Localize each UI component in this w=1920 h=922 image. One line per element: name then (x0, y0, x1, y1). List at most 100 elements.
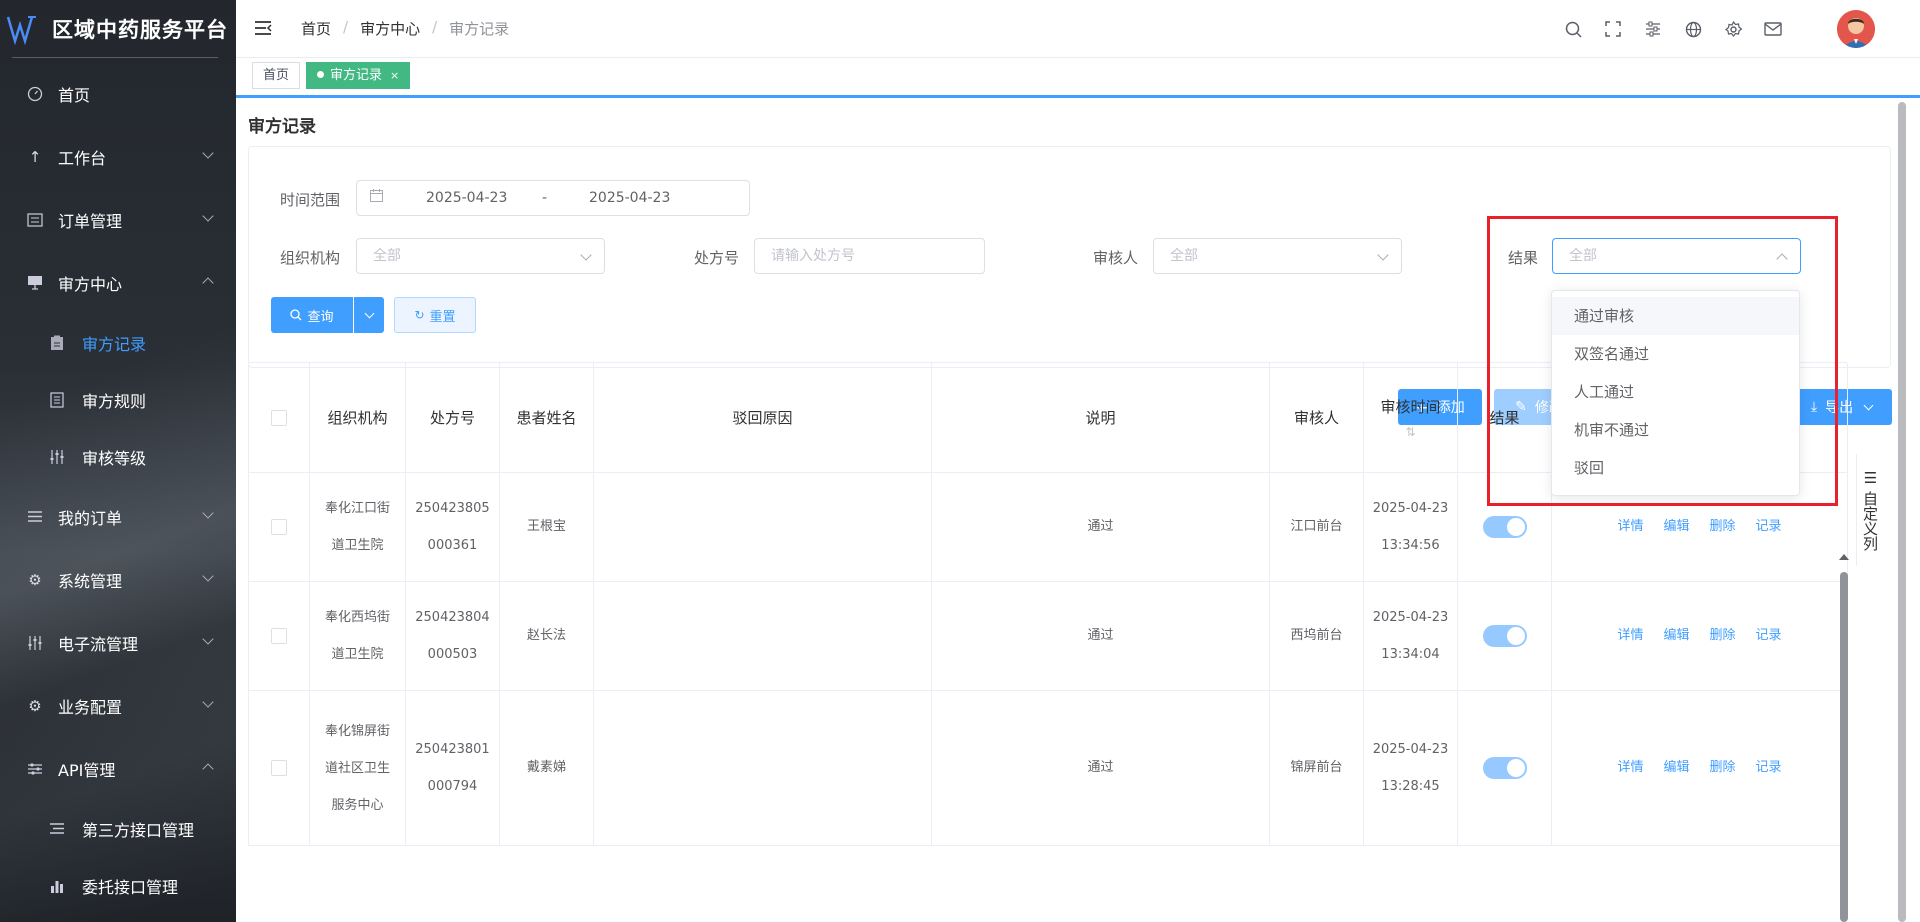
date-range-picker[interactable]: 2025-04-23 - 2025-04-23 (356, 180, 750, 216)
sidebar-item-system[interactable]: ⚙ 系统管理 (0, 548, 236, 611)
cell-review-time: 2025-04-23 13:34:56 (1364, 473, 1458, 582)
select-all-cell (248, 363, 310, 473)
breadcrumb-home[interactable]: 首页 (301, 18, 331, 39)
dropdown-option-machine-fail[interactable]: 机审不通过 (1552, 411, 1799, 449)
row-checkbox[interactable] (271, 628, 287, 644)
app-logo[interactable]: 区域中药服务平台 (0, 0, 236, 58)
delete-link[interactable]: 删除 (1710, 757, 1736, 779)
edit-link[interactable]: 编辑 (1663, 625, 1689, 647)
org-text: 道卫生院 (331, 647, 384, 662)
review-time-text: 2025-04-23 (1372, 742, 1449, 757)
date-start[interactable]: 2025-04-23 (426, 181, 507, 215)
scroll-up-arrow-icon[interactable] (1839, 554, 1849, 560)
bar-chart-icon (48, 877, 66, 895)
tag-review-records[interactable]: 审方记录 × (306, 62, 411, 89)
reviewer-select[interactable]: 全部 (1153, 238, 1402, 274)
rx-number-input[interactable]: 请输入处方号 (754, 238, 985, 274)
page-scrollbar-thumb[interactable] (1898, 102, 1906, 922)
sidebar-item-label: 审核等级 (82, 448, 147, 468)
query-dropdown-button[interactable] (354, 297, 384, 333)
mail-icon[interactable] (1753, 9, 1793, 49)
sidebar-item-delegate-api[interactable]: 委托接口管理 (0, 857, 236, 914)
sidebar-item-review-rules[interactable]: 审方规则 (0, 371, 236, 428)
cell-note: 通过 (932, 582, 1270, 691)
fullscreen-icon[interactable] (1593, 9, 1633, 49)
scrollbar-thumb[interactable] (1840, 572, 1848, 922)
result-switch[interactable] (1482, 625, 1527, 647)
sidebar-item-label: 首页 (58, 85, 91, 105)
patient-name: 王根宝 (526, 519, 566, 534)
menu-toggle-icon[interactable] (254, 20, 272, 36)
dropdown-option-rejected[interactable]: 驳回 (1552, 449, 1799, 487)
sidebar-item-orders[interactable]: 订单管理 (0, 188, 236, 251)
dropdown-option-manual-pass[interactable]: 人工通过 (1552, 373, 1799, 411)
result-switch[interactable] (1482, 516, 1527, 538)
column-header-patient: 患者姓名 (500, 363, 594, 473)
sidebar-item-review-levels[interactable]: 审核等级 (0, 428, 236, 485)
edit-link[interactable]: 编辑 (1663, 757, 1689, 779)
dropdown-option-double-sign[interactable]: 双签名通过 (1552, 335, 1799, 373)
sidebar-item-review-records[interactable]: 审方记录 (0, 314, 236, 371)
edit-link[interactable]: 编辑 (1663, 516, 1689, 538)
sidebar-item-my-orders[interactable]: 我的订单 (0, 485, 236, 548)
row-checkbox[interactable] (271, 760, 287, 776)
cell-actions: 详情 编辑 删除 记录 (1552, 691, 1848, 846)
page-scrollbar[interactable] (1896, 98, 1908, 922)
settings-sliders-icon[interactable] (1633, 9, 1673, 49)
sidebar-item-label: 工作台 (58, 148, 107, 168)
dashboard-icon (26, 85, 44, 103)
detail-link[interactable]: 详情 (1617, 625, 1643, 647)
menu-icon (26, 508, 44, 526)
close-icon[interactable]: × (390, 69, 399, 82)
sidebar-item-api[interactable]: API管理 (0, 737, 236, 800)
chevron-down-icon (202, 633, 214, 645)
column-header-reviewer: 审核人 (1270, 363, 1364, 473)
rx-number-text: 000794 (427, 779, 478, 794)
column-header-label: 组织机构 (327, 409, 388, 427)
select-all-checkbox[interactable] (271, 409, 287, 426)
note-text: 通过 (1087, 519, 1114, 534)
cell-review-time: 2025-04-23 13:28:45 (1364, 691, 1458, 846)
review-time-text: 13:34:56 (1381, 538, 1440, 553)
sidebar-item-review-center[interactable]: 审方中心 (0, 251, 236, 314)
breadcrumb-current: 审方记录 (449, 20, 510, 38)
sidebar-item-business-config[interactable]: ⚙ 业务配置 (0, 674, 236, 737)
org-select[interactable]: 全部 (356, 238, 605, 274)
result-select-value: 全部 (1569, 248, 1597, 264)
breadcrumb-review-center[interactable]: 审方中心 (360, 18, 420, 39)
column-header-org: 组织机构 (310, 363, 406, 473)
tag-home[interactable]: 首页 (252, 62, 301, 89)
result-select[interactable]: 全部 (1552, 238, 1801, 274)
row-checkbox[interactable] (271, 519, 287, 535)
detail-link[interactable]: 详情 (1617, 516, 1643, 538)
vertical-scrollbar[interactable] (1836, 554, 1852, 922)
record-link[interactable]: 记录 (1756, 516, 1782, 538)
cell-patient: 赵长法 (500, 582, 594, 691)
cell-review-time: 2025-04-23 13:34:04 (1364, 582, 1458, 691)
record-link[interactable]: 记录 (1756, 625, 1782, 647)
chevron-down-icon (364, 308, 374, 318)
sort-icon[interactable]: ⇅ (1405, 425, 1415, 439)
cell-reviewer: 江口前台 (1270, 473, 1364, 582)
sidebar-item-workbench[interactable]: ↑ 工作台 (0, 125, 236, 188)
search-icon[interactable] (1553, 9, 1593, 49)
avatar[interactable] (1837, 10, 1875, 48)
detail-link[interactable]: 详情 (1617, 757, 1643, 779)
delete-link[interactable]: 删除 (1710, 516, 1736, 538)
sidebar-item-home[interactable]: 首页 (0, 62, 236, 125)
dropdown-option-approved[interactable]: 通过审核 (1552, 297, 1799, 335)
reset-button[interactable]: ↻ 重置 (394, 297, 476, 333)
delete-link[interactable]: 删除 (1710, 625, 1736, 647)
reviewer-name: 西坞前台 (1290, 628, 1343, 643)
globe-icon[interactable] (1673, 9, 1713, 49)
sidebar-item-third-party-api[interactable]: 第三方接口管理 (0, 800, 236, 857)
sidebar-menu: 首页 ↑ 工作台 订单管理 审方中心 审方记录 审方规则 审核等级 我的订单 ⚙… (0, 62, 236, 914)
record-link[interactable]: 记录 (1756, 757, 1782, 779)
sidebar-item-eflow[interactable]: 电子流管理 (0, 611, 236, 674)
date-end[interactable]: 2025-04-23 (589, 181, 670, 215)
gear-icon[interactable] (1713, 9, 1753, 49)
result-switch[interactable] (1482, 757, 1527, 779)
custom-columns-button[interactable]: ☰ 自定义列 (1856, 454, 1884, 566)
patient-name: 赵长法 (526, 628, 566, 643)
query-button[interactable]: 查询 (271, 297, 353, 333)
